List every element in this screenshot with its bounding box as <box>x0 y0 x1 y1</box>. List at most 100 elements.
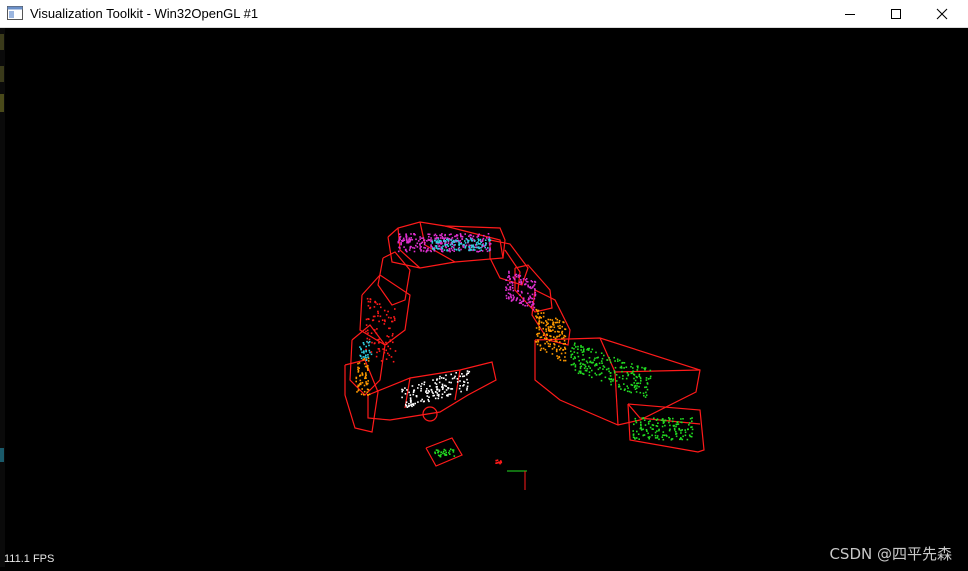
point-cloud-point <box>631 363 633 365</box>
point-cloud-point <box>616 358 619 361</box>
point-cloud-point <box>668 421 670 424</box>
point-cloud-point <box>623 389 626 391</box>
point-cloud-point <box>564 359 567 362</box>
point-cloud-point <box>654 437 657 439</box>
title-bar[interactable]: Visualization Toolkit - Win32OpenGL #1 <box>0 0 968 28</box>
point-cloud-point <box>588 357 591 359</box>
point-cloud-point <box>542 312 545 314</box>
point-cloud-point <box>408 403 410 405</box>
point-cloud-point <box>416 242 419 245</box>
point-cloud-point <box>553 346 556 349</box>
point-cloud-point <box>615 380 618 382</box>
point-cloud-point <box>654 434 657 437</box>
close-icon <box>936 8 948 19</box>
point-cloud-point <box>623 383 625 385</box>
point-cloud-point <box>439 234 441 237</box>
point-cloud-point <box>579 371 582 374</box>
point-cloud-point <box>479 243 481 245</box>
point-cloud-point <box>554 330 556 333</box>
point-cloud-point <box>521 300 523 303</box>
point-cloud-point <box>649 375 652 378</box>
bounding-box-edge <box>614 371 619 426</box>
point-cloud-point <box>627 373 630 376</box>
point-cloud-point <box>403 246 405 248</box>
point-cloud-point <box>524 283 527 286</box>
point-cloud-point <box>461 373 463 375</box>
point-cloud-point <box>385 343 388 345</box>
point-cloud-point <box>481 239 484 241</box>
point-cloud-point <box>455 239 457 241</box>
point-cloud-point <box>448 381 451 384</box>
point-cloud-point <box>668 436 670 439</box>
point-cloud-point <box>459 242 461 245</box>
point-cloud-point <box>688 424 690 426</box>
point-cloud-point <box>386 335 388 337</box>
point-cloud-point <box>356 391 358 393</box>
point-cloud-point <box>571 347 573 349</box>
point-cloud-point <box>556 355 558 357</box>
point-cloud-point <box>638 375 640 377</box>
point-cloud-point <box>547 345 550 348</box>
point-cloud-point <box>423 239 426 241</box>
point-cloud-point <box>534 281 537 283</box>
point-cloud-point <box>673 427 676 430</box>
point-cloud-point <box>485 237 488 239</box>
close-button[interactable] <box>919 0 965 27</box>
point-cloud-point <box>580 362 582 364</box>
maximize-button[interactable] <box>873 0 919 27</box>
point-cloud-point <box>458 246 461 249</box>
point-cloud-point <box>376 339 379 341</box>
point-cloud-point <box>662 438 665 441</box>
point-cloud-point <box>370 353 373 356</box>
point-cloud-point <box>630 391 632 394</box>
point-cloud-point <box>432 379 434 381</box>
point-cloud-point <box>517 276 520 278</box>
point-cloud-point <box>449 453 451 455</box>
point-cloud-point <box>479 250 481 252</box>
point-cloud-point <box>551 353 554 355</box>
point-cloud-point <box>534 291 536 294</box>
point-cloud-point <box>435 235 438 237</box>
point-cloud-point <box>472 246 475 248</box>
point-cloud-point <box>444 384 446 387</box>
point-cloud-scene[interactable] <box>5 28 963 567</box>
point-cloud-point <box>447 395 449 397</box>
point-cloud-point <box>363 384 366 387</box>
point-cloud-point <box>451 377 454 380</box>
point-cloud-point <box>367 360 370 362</box>
point-cloud-point <box>436 385 438 388</box>
point-cloud-point <box>647 436 650 439</box>
point-cloud-point <box>644 368 646 371</box>
point-cloud-point <box>594 357 596 360</box>
point-cloud-point <box>673 425 675 427</box>
point-cloud-point <box>612 380 614 382</box>
point-cloud-point <box>426 388 428 390</box>
point-cloud-point <box>359 346 361 348</box>
point-cloud-point <box>453 248 456 251</box>
point-cloud-point <box>475 242 478 244</box>
edge-artifact <box>0 34 4 50</box>
point-cloud-point <box>471 237 474 240</box>
point-cloud-point <box>638 373 641 376</box>
point-cloud-point <box>411 385 414 387</box>
point-cloud-point <box>635 421 638 424</box>
bounding-box-edge <box>627 403 705 453</box>
point-cloud-point <box>537 339 539 341</box>
point-cloud-point <box>452 246 455 249</box>
render-viewport[interactable] <box>5 28 963 567</box>
point-cloud-point <box>505 297 508 300</box>
point-cloud-point <box>456 381 459 383</box>
point-cloud-point <box>467 382 469 384</box>
point-cloud-point <box>647 421 650 423</box>
point-cloud-point <box>627 387 629 389</box>
minimize-button[interactable] <box>827 0 873 27</box>
point-cloud-point <box>387 352 389 355</box>
point-cloud-point <box>600 379 603 382</box>
point-cloud-point <box>450 247 453 250</box>
point-cloud-point <box>364 356 366 358</box>
point-cloud-point <box>589 361 591 363</box>
point-cloud-point <box>561 333 563 335</box>
point-cloud-point <box>522 278 525 280</box>
point-cloud-point <box>644 396 647 398</box>
point-cloud-point <box>438 245 440 248</box>
